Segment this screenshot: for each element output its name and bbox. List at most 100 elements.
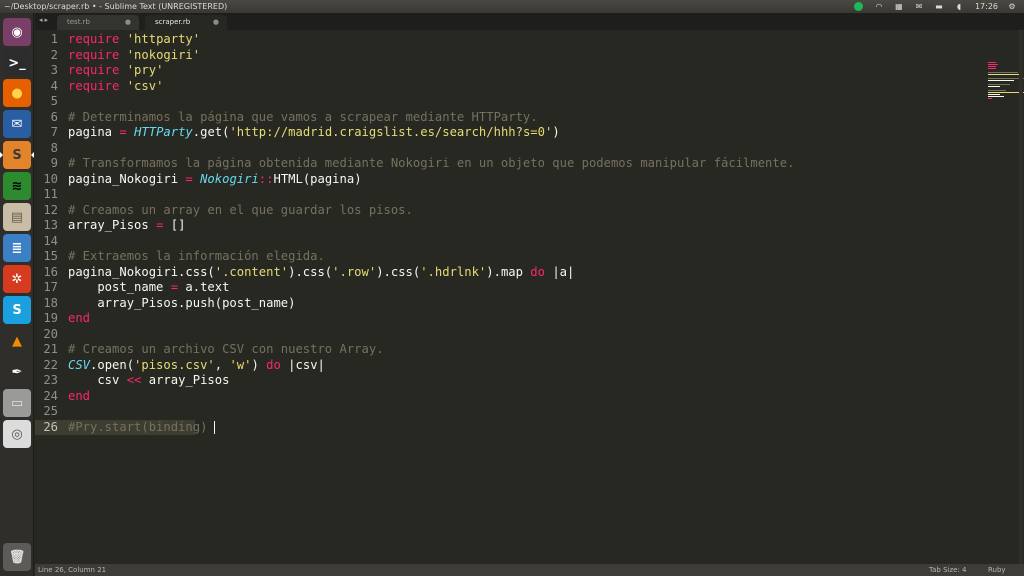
- skype-icon[interactable]: S: [3, 296, 31, 324]
- code-text: # Extraemos la información elegida.: [68, 249, 325, 263]
- minimap-line: [988, 72, 1018, 73]
- line-number: 9: [50, 156, 58, 170]
- inkscape-icon[interactable]: ✒: [3, 358, 31, 386]
- code-line[interactable]: 7 pagina = HTTParty.get('http://madrid.cr…: [35, 125, 935, 141]
- code-line[interactable]: 13 array_Pisos = []: [35, 218, 935, 234]
- line-number: 23: [43, 373, 58, 387]
- line-number: 20: [43, 326, 58, 341]
- minimap-line: [988, 94, 1000, 95]
- code-editor[interactable]: 1 require 'httparty' 2 require 'nokogiri' …: [35, 30, 1024, 564]
- code-line[interactable]: 1 require 'httparty': [35, 32, 935, 48]
- code-line[interactable]: 17 post_name = a.text: [35, 280, 935, 296]
- minimap-line: [988, 64, 998, 65]
- code-line[interactable]: 12 # Creamos un array en el que guardar l…: [35, 203, 935, 219]
- line-number: 24: [43, 388, 58, 403]
- vlc-icon[interactable]: ▲: [3, 327, 31, 355]
- code-line[interactable]: 4 require 'csv': [35, 79, 935, 95]
- line-number: 4: [50, 78, 58, 93]
- code-text: pagina_Nokogiri = Nokogiri::HTML(pagina): [68, 171, 362, 186]
- code-text: pagina_Nokogiri.css('.content').css('.ro…: [68, 264, 575, 279]
- code-line[interactable]: 24 end: [35, 389, 935, 405]
- code-line[interactable]: 23 csv << array_Pisos: [35, 373, 935, 389]
- tab-test-rb[interactable]: test.rb ●: [57, 15, 139, 30]
- code-line[interactable]: 11: [35, 187, 935, 203]
- tab-size-selector[interactable]: Tab Size: 4: [929, 564, 966, 576]
- code-text: csv << array_Pisos: [68, 373, 230, 387]
- line-number: 13: [43, 218, 58, 232]
- code-text: # Transformamos la página obtenida media…: [68, 156, 795, 170]
- minimap-line: [988, 68, 996, 69]
- code-text: array_Pisos.push(post_name): [68, 295, 296, 310]
- line-number: 8: [50, 140, 58, 155]
- tab-label: scraper.rb: [155, 18, 191, 26]
- code-line[interactable]: 2 require 'nokogiri': [35, 48, 935, 64]
- code-line[interactable]: 8: [35, 141, 935, 157]
- modified-dot-icon[interactable]: ●: [213, 15, 219, 30]
- code-line[interactable]: 14: [35, 234, 935, 250]
- vertical-scrollbar[interactable]: [1019, 30, 1023, 564]
- minimap-line: [988, 66, 996, 67]
- system-settings-icon[interactable]: ✲: [3, 265, 31, 293]
- code-line[interactable]: 25: [35, 404, 935, 420]
- battery-icon[interactable]: ▬: [933, 2, 945, 11]
- code-line[interactable]: 22 CSV.open('pisos.csv', 'w') do |csv|: [35, 358, 935, 374]
- spotify-icon[interactable]: ≋: [3, 172, 31, 200]
- code-text: CSV.open('pisos.csv', 'w') do |csv|: [68, 357, 325, 372]
- spotify-indicator-icon[interactable]: [853, 2, 865, 11]
- line-number: 22: [43, 357, 58, 372]
- volume-icon[interactable]: ◖: [953, 2, 965, 11]
- clock[interactable]: 17:26: [975, 0, 998, 13]
- tab-bar: ◂▸ test.rb ● scraper.rb ●: [35, 13, 1024, 30]
- minimap-line: [988, 84, 1010, 85]
- drive-icon[interactable]: ▭: [3, 389, 31, 417]
- line-number: 15: [43, 249, 58, 263]
- trash-icon[interactable]: 🗑: [3, 543, 31, 571]
- modified-dot-icon[interactable]: ●: [125, 15, 131, 30]
- code-line[interactable]: 16 pagina_Nokogiri.css('.content').css('.…: [35, 265, 935, 281]
- line-number: 18: [43, 295, 58, 310]
- syntax-selector[interactable]: Ruby: [988, 564, 1006, 576]
- ubuntu-dash-icon[interactable]: ◉: [3, 18, 31, 46]
- line-number: 26: [43, 419, 58, 434]
- line-number: 7: [50, 125, 58, 139]
- code-line[interactable]: 18 array_Pisos.push(post_name): [35, 296, 935, 312]
- code-text: require 'csv': [68, 78, 164, 93]
- minimap-line: [988, 80, 1014, 81]
- wifi-icon[interactable]: ◠: [873, 2, 885, 11]
- code-line[interactable]: 10 pagina_Nokogiri = Nokogiri::HTML(pagin…: [35, 172, 935, 188]
- code-text: require 'nokogiri': [68, 47, 201, 62]
- code-line[interactable]: 21 # Creamos un archivo CSV con nuestro A…: [35, 342, 935, 358]
- sublime-text-icon[interactable]: S: [0, 141, 34, 169]
- indicator-area: ◠ ▦ ✉ ▬ ◖ 17:26 ⚙: [853, 0, 1024, 13]
- code-line-current[interactable]: 26 #Pry.start(binding): [35, 419, 216, 435]
- launcher: ◉ >_ ● ✉ S ≋ ▤ ≣ ✲ S ▲ ✒ ▭ ◎ 🗑: [0, 13, 34, 576]
- code-line[interactable]: 15 # Extraemos la información elegida.: [35, 249, 935, 265]
- tab-scraper-rb[interactable]: scraper.rb ●: [145, 15, 227, 30]
- line-number: 14: [43, 233, 58, 248]
- keyboard-icon[interactable]: ▦: [893, 2, 905, 11]
- code-line[interactable]: 9 # Transformamos la página obtenida medi…: [35, 156, 935, 172]
- firefox-icon[interactable]: ●: [3, 79, 31, 107]
- terminal-icon[interactable]: >_: [3, 49, 31, 77]
- code-text: array_Pisos = []: [68, 218, 186, 232]
- text-cursor: [214, 420, 216, 434]
- gear-icon[interactable]: ⚙: [1006, 2, 1018, 11]
- code-line[interactable]: 6 # Determinamos la página que vamos a sc…: [35, 110, 935, 126]
- minimap-line: [988, 74, 1022, 75]
- line-number: 11: [43, 187, 58, 201]
- files-icon[interactable]: ▤: [3, 203, 31, 231]
- code-text: pagina = HTTParty.get('http://madrid.cra…: [68, 125, 560, 139]
- tab-scroll-arrows-icon[interactable]: ◂▸: [39, 16, 50, 24]
- cursor-position: Line 26, Column 21: [38, 566, 107, 574]
- code-line[interactable]: 5: [35, 94, 935, 110]
- line-number: 10: [43, 171, 58, 186]
- mail-icon[interactable]: ✉: [913, 2, 925, 11]
- writer-icon[interactable]: ≣: [3, 234, 31, 262]
- code-line[interactable]: 20: [35, 327, 935, 343]
- dvd-icon[interactable]: ◎: [3, 420, 31, 448]
- code-line[interactable]: 3 require 'pry': [35, 63, 935, 79]
- thunderbird-icon[interactable]: ✉: [3, 110, 31, 138]
- code-line[interactable]: 19 end: [35, 311, 935, 327]
- code-text: require 'httparty': [68, 32, 201, 46]
- window-title: ~/Desktop/scraper.rb • - Sublime Text (U…: [4, 2, 228, 11]
